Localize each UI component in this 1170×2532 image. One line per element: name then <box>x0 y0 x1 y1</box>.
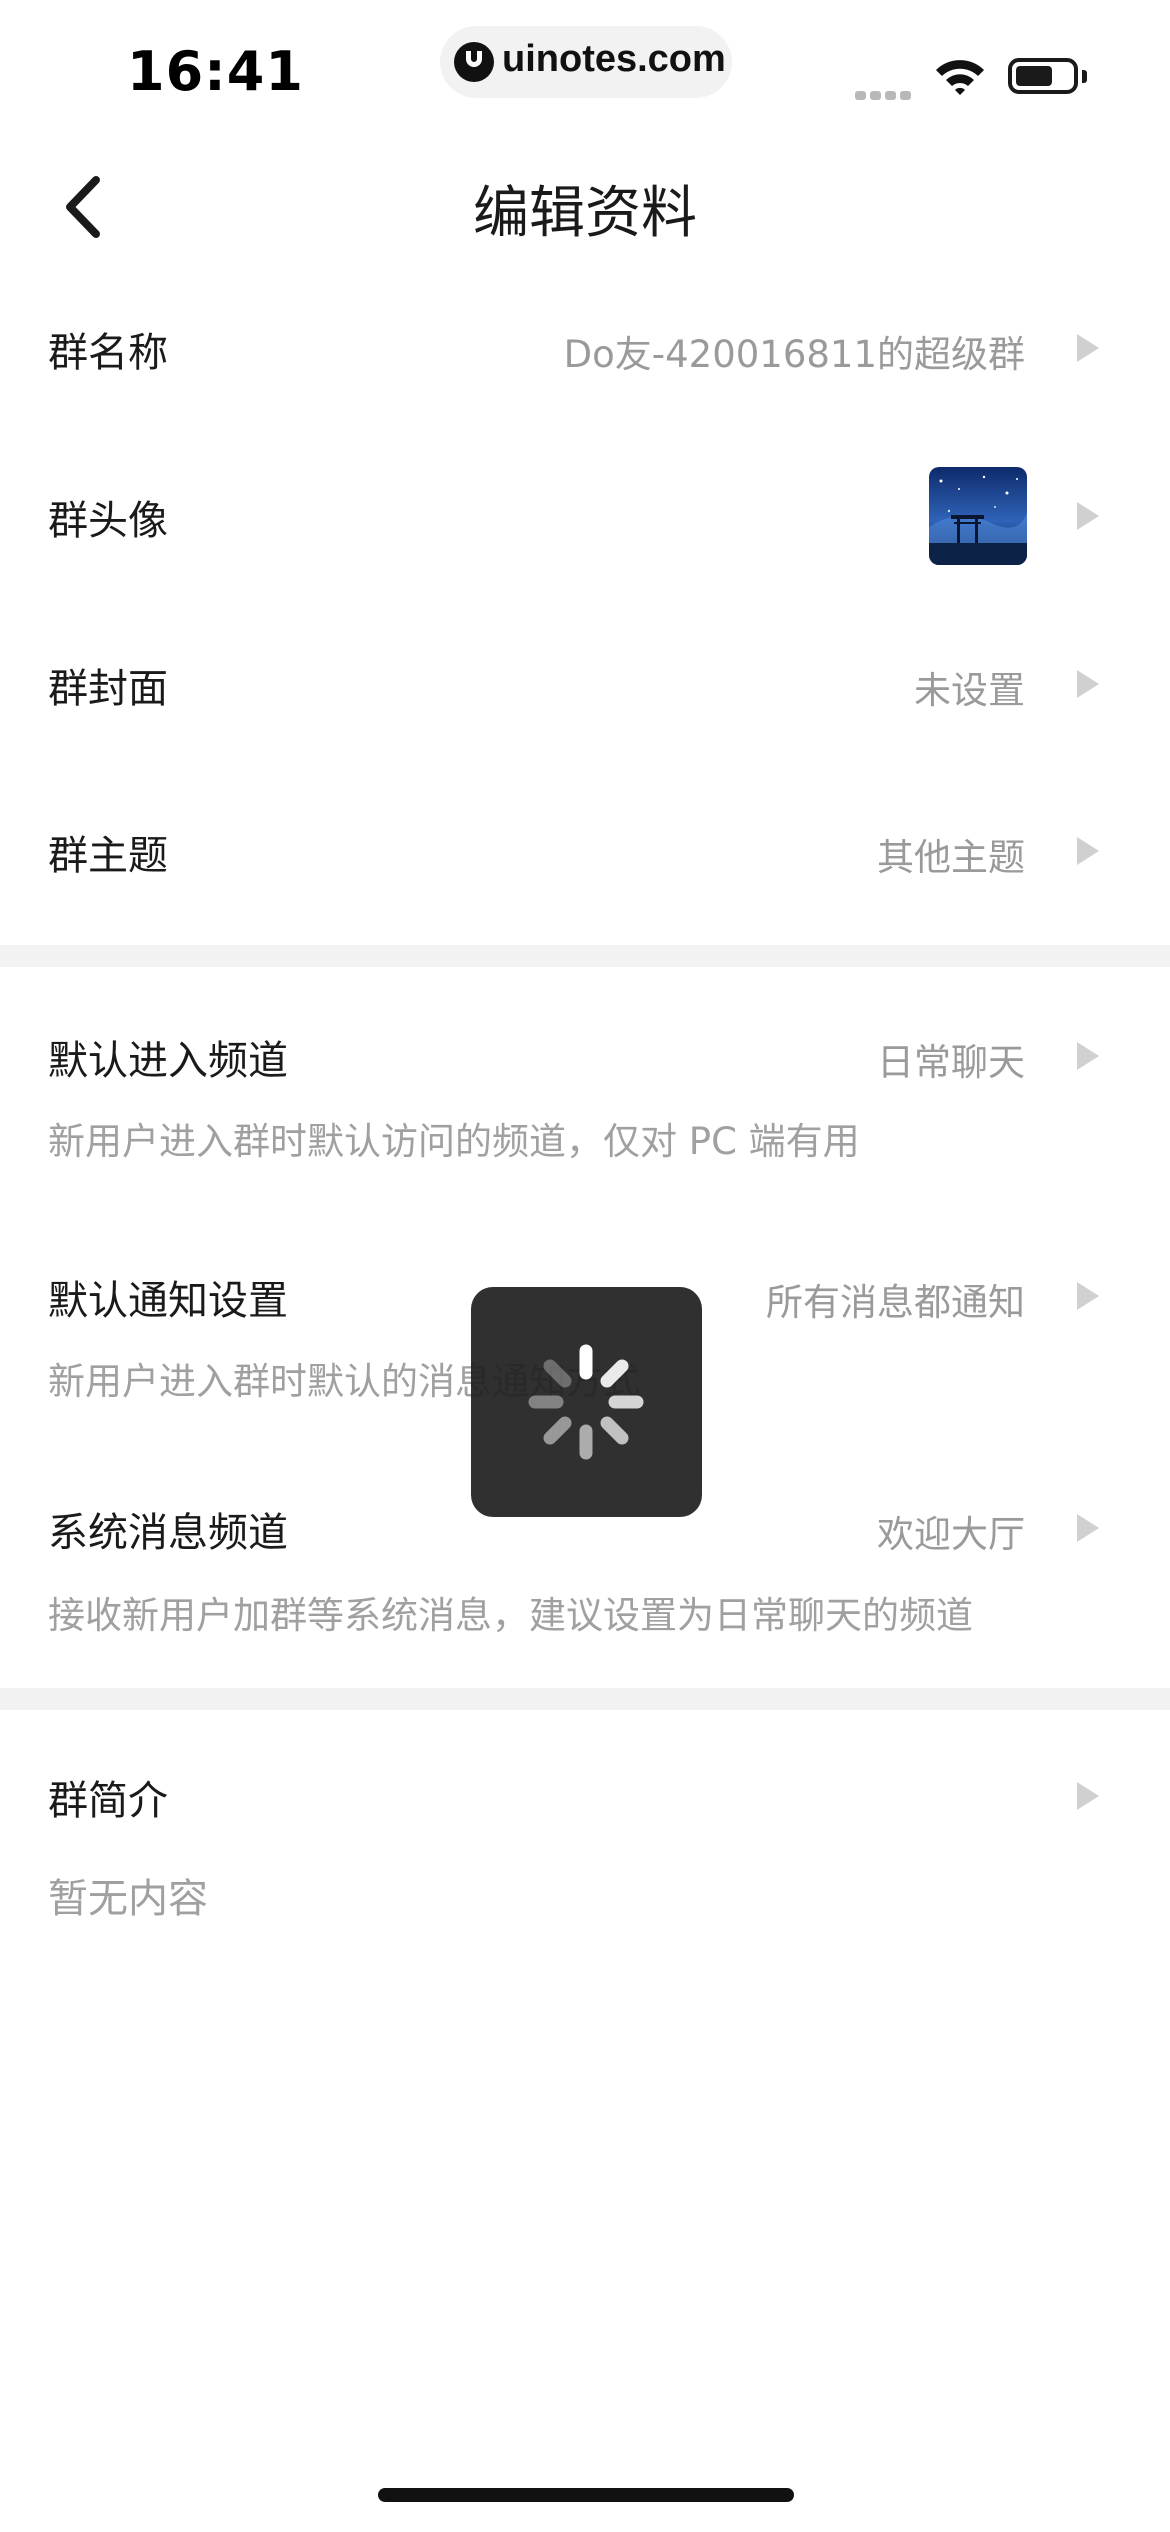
row-label: 群名称 <box>48 330 168 376</box>
status-bar: 16:41 uinotes.com <box>0 0 1170 140</box>
url-text: uinotes.com <box>502 38 726 80</box>
triangle-right-icon <box>1077 1042 1099 1070</box>
cellular-signal-icon <box>855 85 917 100</box>
triangle-right-icon <box>1077 1514 1099 1542</box>
row-label: 群简介 <box>48 1778 168 1824</box>
battery-tip <box>1082 70 1087 83</box>
battery-icon <box>1008 58 1078 94</box>
row-label: 群主题 <box>48 833 168 879</box>
row-description: 新用户进入群时默认访问的频道，仅对 PC 端有用 <box>48 1120 860 1163</box>
row-label: 群封面 <box>48 666 168 712</box>
row-value: 欢迎大厅 <box>877 1513 1025 1556</box>
triangle-right-icon <box>1077 1782 1099 1810</box>
loading-overlay <box>471 1287 702 1517</box>
status-time: 16:41 <box>127 40 304 103</box>
triangle-right-icon <box>1077 502 1099 530</box>
triangle-right-icon <box>1077 837 1099 865</box>
row-description: 接收新用户加群等系统消息，建议设置为日常聊天的频道 <box>48 1594 973 1637</box>
row-value: 日常聊天 <box>877 1041 1025 1084</box>
group-avatar-image <box>929 467 1027 565</box>
triangle-right-icon <box>1077 334 1099 362</box>
spinner-icon <box>528 1344 644 1460</box>
row-label: 系统消息频道 <box>48 1510 288 1556</box>
section-separator <box>0 945 1170 967</box>
row-label: 默认进入频道 <box>48 1038 288 1084</box>
site-logo-icon <box>454 42 494 82</box>
home-indicator[interactable] <box>378 2488 794 2502</box>
triangle-right-icon <box>1077 670 1099 698</box>
row-value: Do友-420016811的超级群 <box>563 333 1025 376</box>
intro-content: 暂无内容 <box>48 1876 208 1922</box>
row-label: 群头像 <box>48 498 168 544</box>
triangle-right-icon <box>1077 1282 1099 1310</box>
section-separator <box>0 1688 1170 1710</box>
wifi-icon <box>936 60 984 95</box>
row-label: 默认通知设置 <box>48 1278 288 1324</box>
row-value: 所有消息都通知 <box>766 1281 1025 1324</box>
row-value: 未设置 <box>914 669 1025 712</box>
row-value: 其他主题 <box>877 836 1025 879</box>
page-title: 编辑资料 <box>473 181 697 246</box>
